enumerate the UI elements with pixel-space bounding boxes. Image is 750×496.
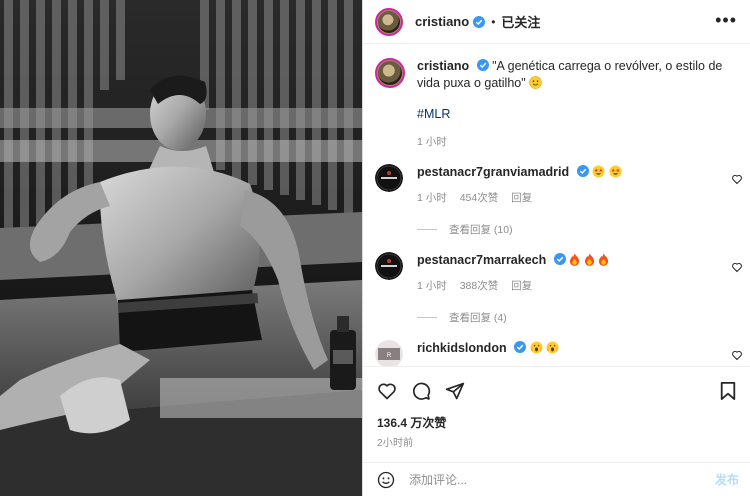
follow-button[interactable]: 已关注: [501, 12, 540, 31]
reply-button[interactable]: 回复: [511, 280, 532, 292]
view-replies-toggle[interactable]: 查看回复 (10): [417, 222, 513, 237]
comment-icon[interactable]: [411, 381, 431, 401]
star-struck-emoji-icon: [609, 165, 622, 178]
verified-badge-icon: [473, 15, 486, 28]
commenter-avatar[interactable]: R: [375, 340, 403, 366]
more-options-icon[interactable]: •••: [715, 10, 737, 31]
caption-username[interactable]: cristiano: [417, 59, 469, 73]
view-replies-label[interactable]: 查看回复 (10): [449, 222, 513, 237]
post-timestamp[interactable]: 2小时前: [377, 434, 413, 449]
post-actions: 136.4 万次赞 2小时前: [363, 366, 750, 462]
comment-like-heart-icon[interactable]: [731, 173, 743, 185]
view-replies-toggle[interactable]: 查看回复 (4): [417, 310, 507, 325]
add-comment-bar: 添加评论... 发布: [363, 462, 750, 496]
comment-emoji: [530, 341, 559, 355]
emoji-icon[interactable]: [377, 471, 395, 489]
comment-username[interactable]: richkidslondon: [417, 341, 507, 355]
comment-row: R richkidslondon: [375, 340, 737, 366]
smiling-face-emoji-icon: [529, 76, 542, 89]
caption-age: 1 小时: [417, 136, 447, 148]
comment-likes[interactable]: 454次赞: [460, 192, 499, 204]
verified-badge-icon: [576, 165, 589, 177]
comment-like-heart-icon[interactable]: [731, 349, 743, 361]
verified-badge-icon: [553, 253, 566, 265]
comment-row: pestanacr7granviamadrid 1 小时 454次赞 回复: [375, 164, 737, 207]
sauna-photo-illustration: [0, 0, 362, 496]
star-struck-emoji-icon: [592, 165, 605, 178]
comment-username[interactable]: pestanacr7granviamadrid: [417, 165, 569, 179]
fire-emoji-icon: [584, 253, 594, 266]
screaming-face-emoji-icon: [530, 341, 543, 354]
comment-input[interactable]: 添加评论...: [409, 471, 467, 488]
comment-likes[interactable]: 388次赞: [460, 280, 499, 292]
reply-button[interactable]: 回复: [511, 192, 532, 204]
fire-emoji-icon: [570, 253, 580, 266]
comment-emoji: [592, 165, 622, 179]
comment-like-heart-icon[interactable]: [731, 261, 743, 273]
post-comment-button[interactable]: 发布: [715, 471, 739, 488]
verified-badge-icon: [476, 59, 489, 71]
header-separator: •: [491, 14, 496, 29]
post-header: cristiano • 已关注 •••: [363, 0, 750, 44]
instagram-post: cristiano • 已关注 ••• cristiano "A genétic…: [0, 0, 750, 496]
heart-icon[interactable]: [377, 381, 397, 401]
share-icon[interactable]: [445, 381, 465, 401]
author-username[interactable]: cristiano: [415, 14, 469, 29]
comments-scroll-area[interactable]: cristiano "A genética carrega o revólver…: [363, 44, 750, 366]
author-avatar[interactable]: [375, 7, 403, 36]
comment-row: pestanacr7marrakech 1 小时 388次赞 回复: [375, 252, 737, 295]
post-photo[interactable]: [0, 0, 362, 496]
commenter-avatar[interactable]: [375, 164, 403, 192]
view-replies-label[interactable]: 查看回复 (4): [449, 310, 507, 325]
comment-username[interactable]: pestanacr7marrakech: [417, 253, 546, 267]
like-count[interactable]: 136.4 万次赞: [377, 414, 446, 431]
screaming-face-emoji-icon: [546, 341, 559, 354]
caption-avatar[interactable]: [375, 58, 405, 88]
commenter-avatar[interactable]: [375, 252, 403, 280]
fire-emoji-icon: [599, 253, 609, 266]
caption-row: cristiano "A genética carrega o revólver…: [375, 58, 737, 151]
bookmark-icon[interactable]: [719, 381, 737, 401]
svg-text:R: R: [387, 353, 392, 359]
post-side-panel: cristiano • 已关注 ••• cristiano "A genétic…: [362, 0, 750, 496]
caption-hashtag[interactable]: #MLR: [417, 107, 450, 121]
comment-age: 1 小时: [417, 280, 447, 292]
comment-age: 1 小时: [417, 192, 447, 204]
comment-emoji: [569, 253, 609, 267]
verified-badge-icon: [514, 341, 527, 353]
